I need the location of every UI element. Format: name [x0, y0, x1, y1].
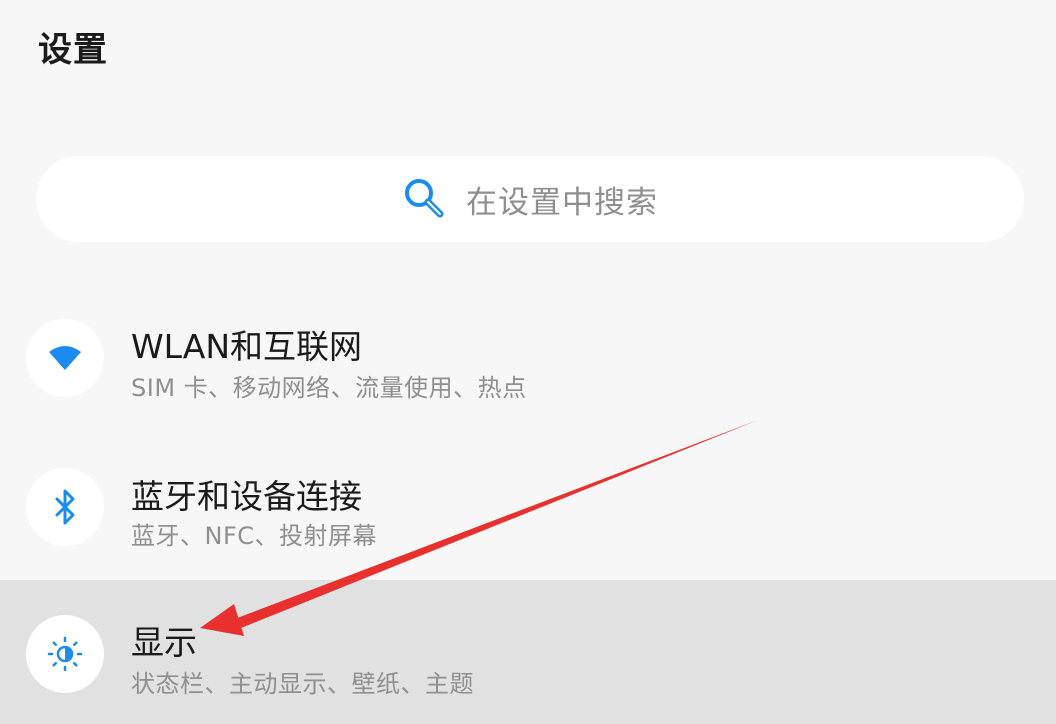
settings-item-display[interactable]: 显示 状态栏、主动显示、壁纸、主题 [0, 580, 1056, 724]
settings-item-bluetooth[interactable]: 蓝牙和设备连接 蓝牙、NFC、投射屏幕 [0, 436, 1056, 580]
search-bar[interactable]: 在设置中搜索 [36, 156, 1024, 242]
settings-item-subtitle: SIM 卡、移动网络、流量使用、热点 [131, 374, 527, 402]
search-icon [402, 176, 448, 222]
settings-item-wlan[interactable]: WLAN和互联网 SIM 卡、移动网络、流量使用、热点 [0, 286, 1056, 430]
search-input[interactable]: 在设置中搜索 [466, 177, 658, 222]
settings-item-subtitle: 状态栏、主动显示、壁纸、主题 [131, 670, 474, 698]
settings-item-title: 蓝牙和设备连接 [131, 477, 362, 516]
page-title: 设置 [38, 30, 108, 70]
settings-item-title: 显示 [131, 623, 197, 662]
brightness-icon [26, 615, 104, 693]
wifi-icon [26, 319, 104, 397]
settings-item-subtitle: 蓝牙、NFC、投射屏幕 [131, 522, 378, 550]
settings-item-title: WLAN和互联网 [131, 327, 363, 366]
bluetooth-icon [26, 468, 104, 546]
